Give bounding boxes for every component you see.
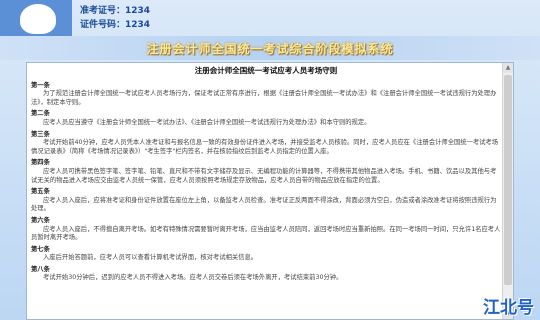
rules-content: 注册会计师全国统一考试应考人员考场守则 第一条 为了规范注册会计师全国统一考试应考…	[31, 65, 501, 283]
exam-no-label: 准考证号：	[80, 6, 126, 16]
candidate-info: 准考证号：1234 证件号码：1234	[80, 4, 150, 32]
exam-no-value: 1234	[125, 6, 151, 16]
article-body: 应考人员入座后，应将准考证和身份证件放置在座位左上角，以备监考人员检查。准考证正…	[31, 196, 497, 213]
vertical-scrollbar[interactable]: ▲ ▼	[502, 63, 513, 319]
scroll-up-icon[interactable]: ▲	[503, 63, 513, 73]
article-body: 考试开始30分钟后，迟到的应考人员不得进入考场。应考人员交卷后须在考场外离开，考…	[43, 274, 343, 282]
system-title: 注册会计师全国统一考试综合阶段模拟系统	[146, 42, 394, 56]
id-no-row: 证件号码：1234	[80, 18, 150, 32]
exam-no-row: 准考证号：1234	[80, 4, 150, 18]
article-heading: 第三条	[31, 130, 50, 138]
article-body: 应考人员可携带黑色签字笔、签字笔、铅笔、直尺和不带有文字储存及显示、无编程功能的…	[31, 167, 497, 184]
article-heading: 第二条	[31, 110, 50, 118]
id-no-value: 1234	[125, 20, 151, 30]
candidate-photo	[0, 0, 72, 38]
article-heading: 第七条	[31, 245, 50, 253]
rules-title: 注册会计师全国统一考试应考人员考场守则	[194, 66, 338, 75]
article-heading: 第一条	[31, 81, 50, 89]
article-heading: 第四条	[31, 159, 50, 167]
article-body: 应考人员应当遵守《注册会计师全国统一考试办法》、《注册会计师全国统一考试违规行为…	[43, 118, 371, 126]
article-body: 考试开始前40分钟，应考人员凭本人准考证和与报名信息一致的有效身份证件进入考场，…	[31, 139, 499, 155]
watermark-logo: 江北号	[483, 298, 534, 318]
avatar	[20, 4, 56, 34]
id-no-label: 证件号码：	[80, 20, 126, 30]
article-body: 为了规范注册会计师全国统一考试应考人员考场行为，保证考试正常有序进行，根据《注册…	[31, 90, 497, 106]
system-banner: 注册会计师全国统一考试综合阶段模拟系统	[0, 36, 540, 60]
scrollbar-thumb[interactable]	[504, 75, 512, 285]
rules-articles: 第一条 为了规范注册会计师全国统一考试应考人员考场行为，保证考试正常有序进行，根据…	[31, 82, 501, 283]
rules-panel[interactable]: 注册会计师全国统一考试应考人员考场守则 第一条 为了规范注册会计师全国统一考试应考…	[26, 62, 514, 320]
article-heading: 第五条	[31, 188, 50, 196]
article-heading: 第六条	[31, 216, 50, 224]
article-body: 入座后开始答题前，应考人员可以查看计算机考试界面，核对考试相关信息。	[43, 254, 258, 262]
article-body: 应考人员入座后，不得擅自离开考场。如考有特殊情况需要暂时离开考场，应当由监考人员…	[31, 225, 501, 242]
